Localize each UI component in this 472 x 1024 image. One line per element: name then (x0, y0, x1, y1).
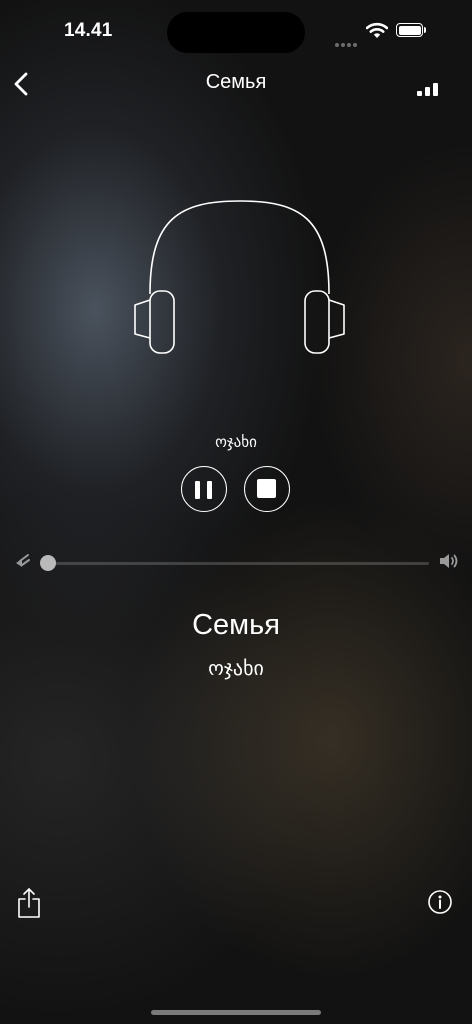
page-title: Семья (205, 71, 267, 93)
pause-bar (195, 481, 200, 499)
current-word: ოჯახი (215, 433, 257, 451)
battery-tip (424, 27, 426, 33)
headphones-icon (130, 198, 350, 363)
share-icon (18, 888, 40, 918)
share-button[interactable] (17, 887, 41, 924)
slow-speed-icon[interactable] (14, 552, 32, 575)
signal-bar (425, 87, 430, 96)
home-indicator (151, 1010, 321, 1015)
stop-icon (257, 479, 276, 498)
battery-icon (396, 23, 423, 37)
phrase-translation: ოჯახი (208, 656, 264, 680)
playback-slider-thumb[interactable] (40, 555, 56, 571)
status-time: 14.41 (64, 20, 113, 41)
playback-slider-track[interactable] (48, 562, 429, 565)
signal-bar (433, 83, 438, 96)
stop-button[interactable] (244, 466, 290, 512)
pause-button[interactable] (181, 466, 227, 512)
pause-bar (207, 481, 212, 499)
phrase-title: Семья (192, 609, 280, 641)
signal-bars-icon (417, 91, 422, 96)
wifi-icon (365, 22, 389, 44)
cellular-dots-icon (335, 34, 359, 52)
speaker-icon[interactable] (438, 552, 460, 575)
signal-bars-button[interactable] (414, 80, 440, 96)
dynamic-island (167, 12, 305, 53)
info-icon (428, 890, 452, 914)
info-button[interactable] (427, 889, 453, 920)
